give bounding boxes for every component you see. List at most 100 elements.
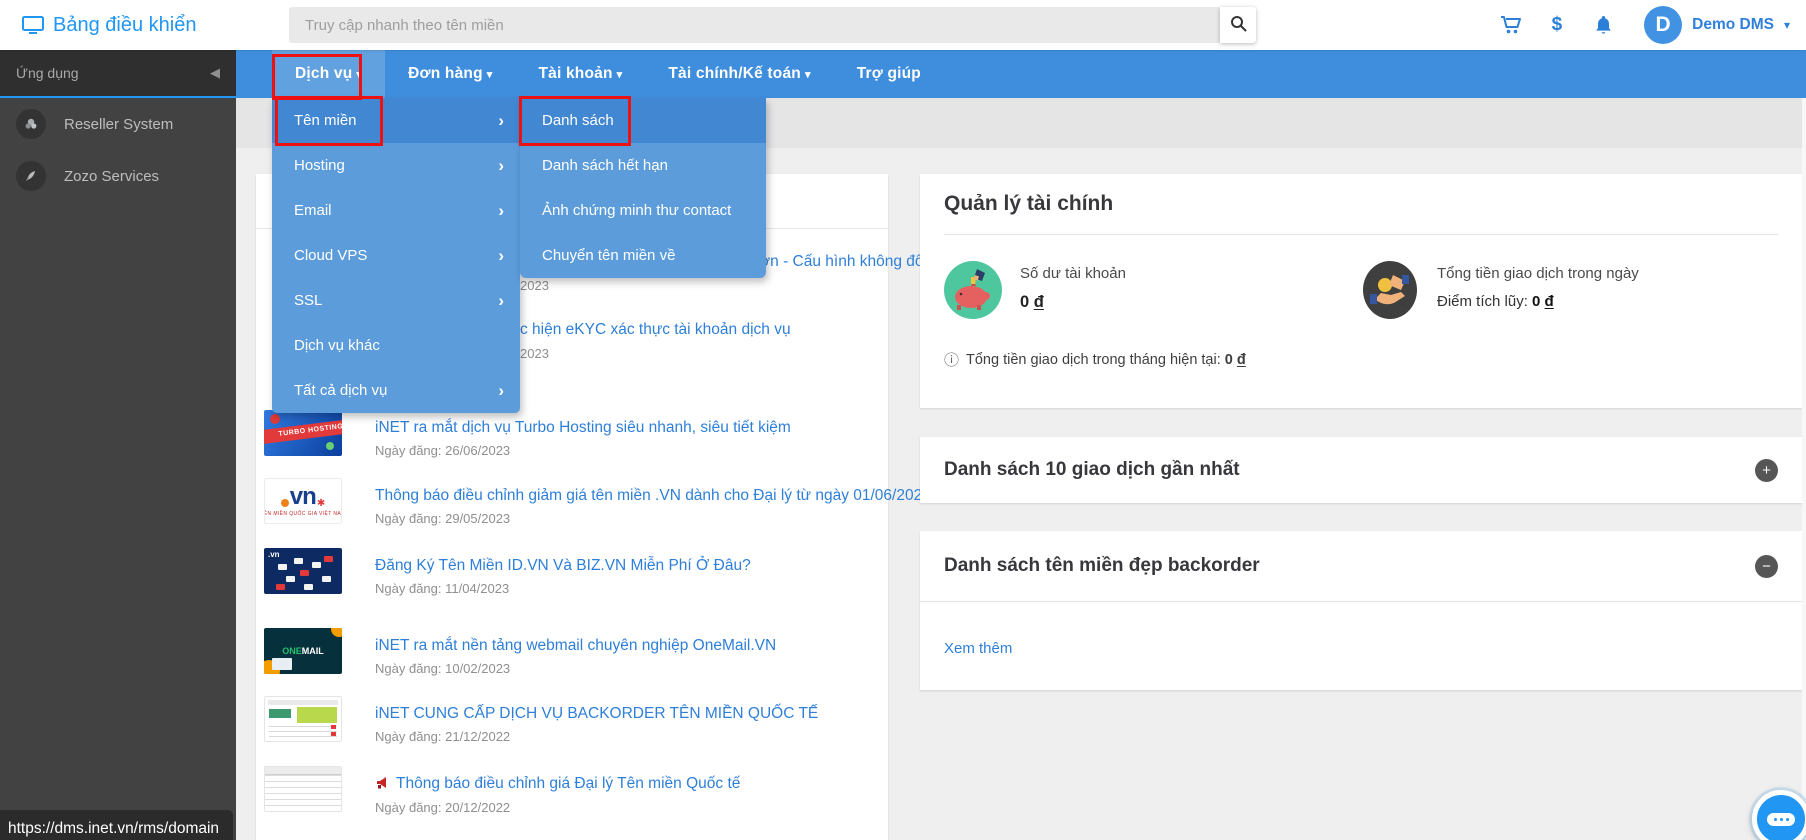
menu-item-cloud-vps[interactable]: Cloud VPS › — [272, 233, 520, 278]
balance-icon[interactable]: $ — [1552, 14, 1563, 36]
news-date: Ngày đăng: 20/12/2022 — [375, 800, 511, 815]
chat-widget-button[interactable] — [1752, 790, 1806, 840]
news-date-partial: 2023 — [520, 278, 549, 293]
info-icon: ⓘ — [944, 352, 960, 369]
recent-transactions-card: Danh sách 10 giao dịch gần nhất + — [920, 437, 1802, 503]
topbar: Bảng điều khiển $ D Demo DMS ▾ — [0, 0, 1806, 50]
news-thumbnail[interactable] — [264, 766, 342, 812]
chevron-down-icon: ▾ — [356, 69, 363, 81]
sidebar: Ứng dụng ◀ Reseller System Zozo Services — [0, 50, 236, 840]
main-nav: Dịch vụ ▾ Đơn hàng ▾ Tài khoản ▾ Tài chính/… — [236, 50, 1806, 98]
news-title-link[interactable]: Thông báo điều chỉnh giảm giá tên miền .… — [375, 486, 931, 506]
news-thumbnail[interactable]: vn ✱ TÊN MIỀN QUỐC GIA VIỆT NAM — [264, 478, 342, 524]
chevron-down-icon: ▾ — [1783, 18, 1790, 32]
balance-stat: Số dư tài khoản 0 đ — [944, 261, 1361, 319]
monthly-total-note: ⓘ Tổng tiền giao dịch trong tháng hiện t… — [944, 349, 1778, 370]
news-item: vn ✱ TÊN MIỀN QUỐC GIA VIỆT NAM Thông báo… — [264, 478, 931, 542]
chevron-right-icon: › — [498, 201, 504, 220]
finance-stats: Số dư tài khoản 0 đ Tổng tiền giao dịch … — [944, 261, 1778, 319]
services-dropdown-menu: Tên miền › Hosting › Email › Cloud VPS › SSL… — [272, 98, 520, 413]
status-url-tooltip: https://dms.inet.vn/rms/domain — [0, 810, 234, 840]
nav-item-tai-khoan[interactable]: Tài khoản ▾ — [515, 50, 645, 98]
menu-item-dich-vu-khac[interactable]: Dịch vụ khác — [272, 323, 520, 368]
news-date: Ngày đăng: 21/12/2022 — [375, 729, 511, 744]
news-title-partial[interactable]: c hiện eKYC xác thực tài khoản dịch vụ — [520, 321, 791, 339]
topbar-actions: $ D Demo DMS ▾ — [1500, 0, 1790, 50]
app-brand: Bảng điều khiển — [22, 0, 196, 50]
recent-transactions-title: Danh sách 10 giao dịch gần nhất — [944, 459, 1240, 480]
news-title-link[interactable]: iNET CUNG CẤP DỊCH VỤ BACKORDER TÊN MIỀN… — [375, 704, 818, 724]
news-title-link[interactable]: Thông báo điều chỉnh giá Đại lý Tên miền… — [375, 774, 740, 795]
user-name: Demo DMS — [1692, 16, 1774, 33]
news-thumbnail[interactable]: ONE MAIL — [264, 628, 342, 674]
chevron-right-icon: › — [498, 156, 504, 175]
backorder-card: Danh sách tên miền đẹp backorder − Xem t… — [920, 531, 1802, 690]
minus-icon: − — [1762, 557, 1771, 575]
chevron-right-icon: › — [498, 246, 504, 265]
monitor-icon — [22, 15, 44, 35]
reseller-system-icon — [16, 109, 46, 139]
user-menu[interactable]: D Demo DMS ▾ — [1644, 6, 1790, 44]
submenu-item-chuyen-ten-mien-ve[interactable]: Chuyển tên miền về — [520, 233, 766, 278]
balance-label: Số dư tài khoản — [1020, 265, 1126, 282]
piggy-bank-icon — [944, 261, 1002, 319]
sidebar-item-zozo-services[interactable]: Zozo Services — [0, 150, 236, 202]
news-title-link[interactable]: Đăng Ký Tên Miền ID.VN Và BIZ.VN Miễn Ph… — [375, 556, 751, 576]
news-thumbnail[interactable]: TURBO HOSTING — [264, 410, 342, 456]
sidebar-item-reseller-system[interactable]: Reseller System — [0, 98, 236, 150]
quick-search — [289, 7, 1256, 43]
submenu-item-anh-chung-minh-thu[interactable]: Ảnh chứng minh thư contact — [520, 188, 766, 233]
submenu-item-danh-sach[interactable]: Danh sách — [520, 98, 766, 143]
search-button[interactable] — [1220, 7, 1256, 43]
news-thumbnail[interactable] — [264, 696, 342, 742]
menu-item-ssl[interactable]: SSL › — [272, 278, 520, 323]
nav-item-don-hang[interactable]: Đơn hàng ▾ — [385, 50, 515, 98]
finance-card: Quản lý tài chính Số dư tài khoản 0 đ Tổ… — [920, 174, 1802, 408]
news-title-link[interactable]: iNET ra mắt nền tảng webmail chuyên nghi… — [375, 636, 776, 656]
nav-item-tro-giup[interactable]: Trợ giúp — [834, 50, 944, 98]
news-date: Ngày đăng: 26/06/2023 — [375, 443, 511, 458]
balance-value: 0 đ — [1020, 293, 1044, 311]
news-date: Ngày đăng: 29/05/2023 — [375, 511, 511, 526]
nav-item-tai-chinh-ke-toan[interactable]: Tài chính/Kế toán ▾ — [645, 50, 833, 98]
news-item: ONE MAIL iNET ra mắt nền tảng webmail chu… — [264, 628, 876, 692]
chevron-down-icon: ▾ — [616, 69, 623, 81]
expand-button[interactable]: + — [1755, 458, 1778, 482]
collapse-button[interactable]: − — [1755, 554, 1778, 578]
menu-item-hosting[interactable]: Hosting › — [272, 143, 520, 188]
search-input[interactable] — [289, 7, 1220, 43]
search-icon — [1230, 15, 1247, 35]
news-item: TURBO HOSTING iNET ra mắt dịch vụ Turbo … — [264, 410, 876, 474]
sidebar-collapse-icon[interactable]: ◀ — [210, 65, 220, 81]
news-thumbnail[interactable]: .vn — [264, 548, 342, 594]
news-item: Thông báo điều chỉnh giá Đại lý Tên miền… — [264, 766, 876, 830]
menu-item-email[interactable]: Email › — [272, 188, 520, 233]
news-title-partial[interactable]: ơn - Cấu hình không đổi — [760, 253, 927, 271]
sidebar-item-label: Reseller System — [64, 115, 174, 133]
chevron-down-icon: ▾ — [486, 69, 493, 81]
submenu-item-danh-sach-het-han[interactable]: Danh sách hết hạn — [520, 143, 766, 188]
news-title-link[interactable]: iNET ra mắt dịch vụ Turbo Hosting siêu n… — [375, 418, 791, 438]
menu-item-ten-mien[interactable]: Tên miền › — [272, 98, 520, 143]
sidebar-header: Ứng dụng ◀ — [0, 50, 236, 98]
notifications-bell-icon[interactable] — [1592, 14, 1614, 36]
zozo-services-icon — [16, 161, 46, 191]
news-item: .vn Đăng Ký Tên Miền ID.VN Và BIZ.VN Miễ… — [264, 548, 876, 612]
news-item: iNET CUNG CẤP DỊCH VỤ BACKORDER TÊN MIỀN… — [264, 696, 876, 760]
sidebar-item-label: Zozo Services — [64, 167, 160, 185]
menu-item-tat-ca-dich-vu[interactable]: Tất cả dịch vụ › — [272, 368, 520, 413]
page-title: Bảng điều khiển — [53, 13, 197, 36]
dashboard-screen: Bảng điều khiển $ D Demo DMS ▾ — [0, 0, 1806, 840]
hands-coin-icon — [1361, 261, 1419, 319]
domain-submenu: Danh sách Danh sách hết hạn Ảnh chứng mi… — [520, 98, 766, 278]
nav-item-dich-vu[interactable]: Dịch vụ ▾ — [272, 50, 386, 98]
chat-bubble-icon — [1767, 812, 1795, 826]
news-date: Ngày đăng: 10/02/2023 — [375, 661, 511, 676]
see-more-link[interactable]: Xem thêm — [944, 640, 1012, 657]
plus-icon: + — [1762, 461, 1771, 479]
loyalty-points: Điểm tích lũy: 0 đ — [1437, 293, 1554, 310]
finance-card-title: Quản lý tài chính — [944, 174, 1778, 235]
news-date-partial: 2023 — [520, 346, 549, 361]
scrollbar-track[interactable] — [1802, 98, 1806, 840]
cart-icon[interactable] — [1500, 14, 1522, 36]
